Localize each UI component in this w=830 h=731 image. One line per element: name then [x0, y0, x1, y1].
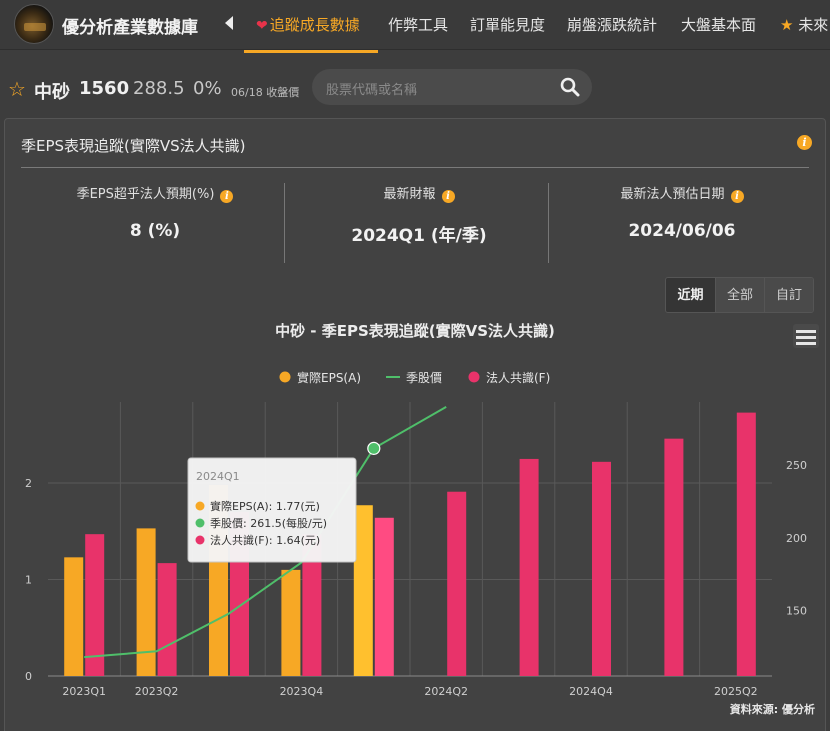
legend-swatch [468, 371, 480, 383]
tooltip-line: 季股價: 261.5(每股/元) [210, 516, 327, 530]
bar-consensus-eps [374, 517, 394, 676]
bar-consensus-eps [157, 563, 177, 676]
tooltip-swatch [195, 501, 205, 511]
legend-label: 法人共識(F) [486, 371, 550, 385]
bar-consensus-eps [592, 461, 611, 676]
y-right-tick-label: 200 [786, 532, 807, 545]
x-tick-label: 2023Q4 [280, 685, 324, 698]
x-tick-label: 2023Q1 [62, 685, 106, 698]
menu-line [796, 336, 816, 339]
bar-consensus-eps [447, 491, 467, 676]
x-tick-label: 2023Q2 [135, 685, 179, 698]
x-tick-label: 2024Q4 [569, 685, 613, 698]
tooltip-header: 2024Q1 [196, 470, 240, 483]
bar-consensus-eps [736, 412, 756, 676]
legend-swatch [279, 371, 291, 383]
y-left-tick-label: 2 [25, 477, 32, 490]
chart-title: 中砂 - 季EPS表現追蹤(實際VS法人共識) [275, 322, 555, 340]
x-tick-label: 2025Q2 [714, 685, 758, 698]
y-right-tick-label: 150 [786, 605, 807, 618]
chart-tooltip: 2024Q1 實際EPS(A): 1.77(元) 季股價: 261.5(每股/元) 法… [187, 457, 357, 563]
tooltip-swatch [195, 535, 205, 545]
chart-menu-icon[interactable] [793, 324, 819, 348]
source-label: 資料來源: 優分析 [730, 702, 815, 716]
tooltip-swatch [195, 518, 205, 528]
bar-consensus-eps [664, 438, 684, 676]
tooltip-line: 實際EPS(A): 1.77(元) [210, 499, 320, 513]
bar-actual-eps [353, 505, 373, 676]
bar-actual-eps [281, 569, 301, 676]
bar-actual-eps [136, 528, 156, 676]
bar-actual-eps [64, 557, 84, 676]
menu-line [796, 330, 816, 333]
legend-label: 實際EPS(A) [297, 370, 361, 385]
bar-consensus-eps [519, 458, 539, 676]
price-point-highlight [367, 441, 381, 455]
y-left-tick-label: 1 [25, 574, 32, 587]
x-tick-label: 2024Q2 [424, 685, 468, 698]
tooltip-line: 法人共識(F): 1.64(元) [210, 533, 320, 547]
menu-line [796, 342, 816, 345]
eps-chart: 中砂 - 季EPS表現追蹤(實際VS法人共識)實際EPS(A) 季股價 法人共識(F… [25, 322, 819, 716]
y-left-tick-label: 0 [25, 670, 32, 683]
y-right-tick-label: 250 [786, 459, 807, 472]
legend-label: 季股價 [406, 371, 442, 385]
